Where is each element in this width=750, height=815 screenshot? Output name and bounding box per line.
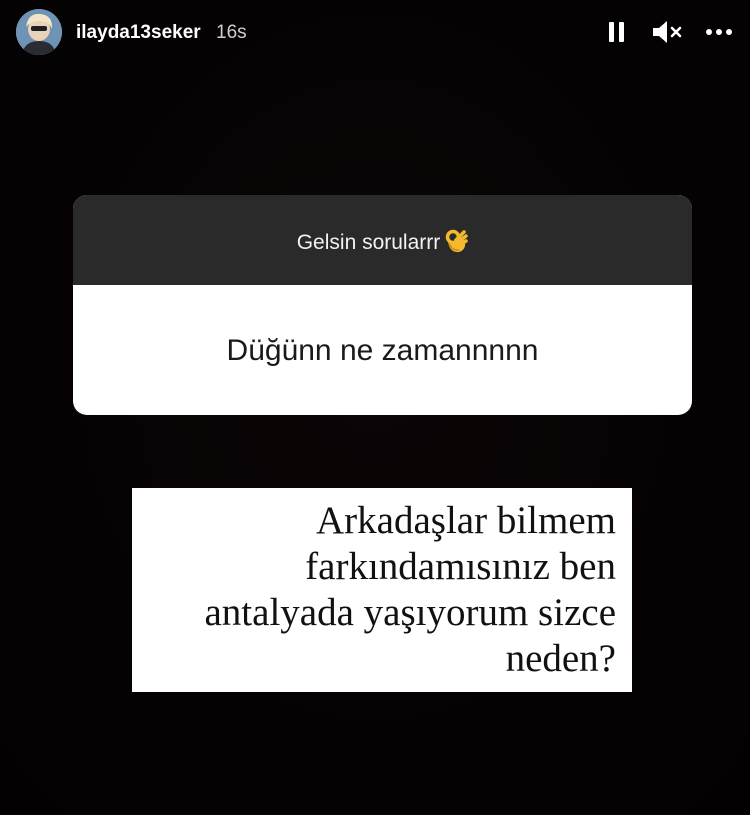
text-note-box: Arkadaşlar bilmem farkındamısınız ben an… bbox=[132, 488, 632, 692]
mute-button[interactable] bbox=[650, 18, 684, 46]
more-horizontal-icon bbox=[706, 29, 732, 35]
more-options-button[interactable] bbox=[704, 18, 734, 46]
question-prompt: Gelsin sorularrr bbox=[73, 228, 692, 261]
speaker-muted-icon bbox=[653, 21, 682, 43]
note-line: farkındamısınız ben bbox=[305, 545, 616, 588]
note-line: Arkadaşlar bilmem bbox=[316, 499, 616, 542]
text-note: Arkadaşlar bilmem farkındamısınız ben an… bbox=[136, 498, 617, 682]
avatar[interactable] bbox=[16, 9, 62, 55]
pause-button[interactable] bbox=[604, 18, 630, 46]
question-sticker[interactable]: Gelsin sorularrr Düğünn ne zamannnnn bbox=[73, 195, 692, 415]
note-line: neden? bbox=[505, 637, 616, 680]
username[interactable]: ilayda13seker bbox=[76, 21, 201, 45]
profile-photo-icon bbox=[16, 9, 62, 55]
story-view[interactable]: ilayda13seker 16s Gelsin sorularrr Düğün… bbox=[0, 0, 750, 815]
question-answer: Düğünn ne zamannnnn bbox=[226, 334, 539, 367]
pause-icon bbox=[609, 22, 624, 42]
question-prompt-text: Gelsin sorularrr bbox=[296, 231, 441, 254]
story-time: 16s bbox=[216, 22, 247, 43]
story-header: ilayda13seker 16s bbox=[0, 0, 750, 64]
question-sticker-header: Gelsin sorularrr bbox=[73, 195, 692, 285]
ok-hand-emoji-icon bbox=[444, 228, 469, 261]
note-line: antalyada yaşıyorum sizce bbox=[204, 591, 617, 634]
